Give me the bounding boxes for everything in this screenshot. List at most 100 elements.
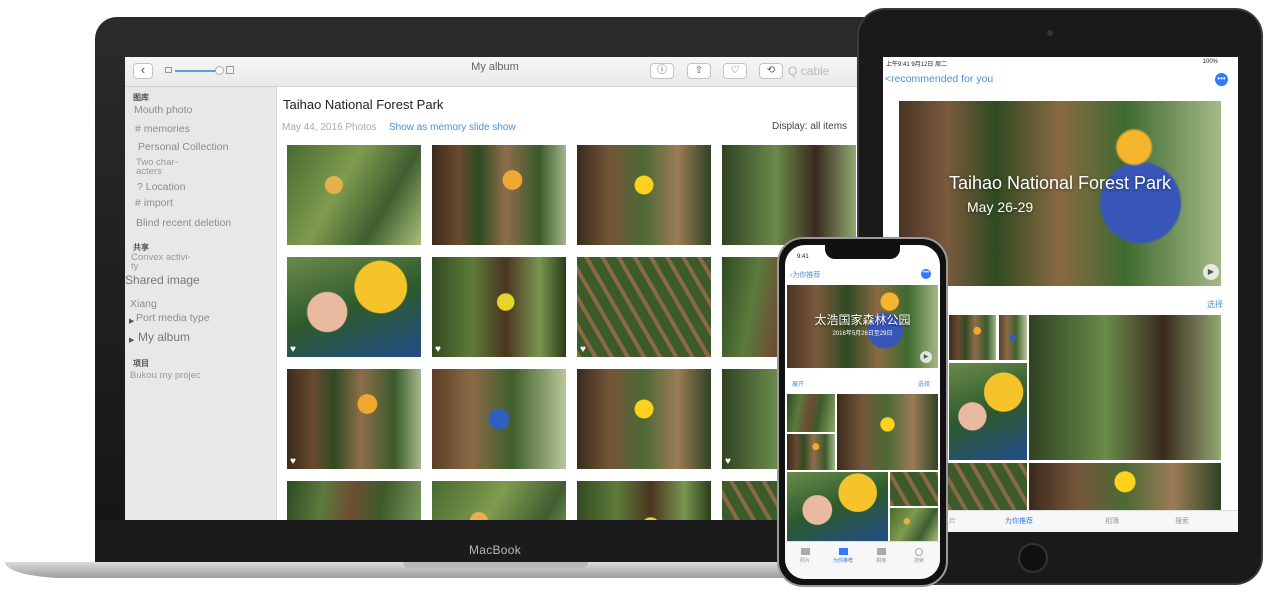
sidebar-item-photos[interactable]: Mouth photo [134,104,192,116]
memory-date: May 26-29 [967,199,1034,215]
tab-label: 相簿 [875,558,886,564]
sidebar-item-imports[interactable]: # import [135,197,173,209]
back-button[interactable]: ‹为你推荐 [790,270,820,280]
photo-thumbnail[interactable] [577,369,711,469]
disclosure-triangle-icon[interactable]: ▶ [129,317,134,325]
photo-thumbnail[interactable] [890,508,938,541]
photo-thumbnail[interactable] [432,481,566,520]
select-button[interactable]: 选择 [1207,299,1223,310]
select-button[interactable]: 选择 [918,379,930,388]
battery-level: 100% [1202,59,1218,65]
photo-thumbnail[interactable]: ♥ [577,257,711,357]
photo-thumbnail[interactable] [577,145,711,245]
heart-icon[interactable]: ♥ [435,344,441,355]
tab-label: 搜索 [913,558,924,564]
photo-thumbnail[interactable] [949,315,996,360]
back-button[interactable]: ‹ [133,63,153,79]
sidebar-item-activity-cont[interactable]: ty [131,262,138,272]
play-icon[interactable]: ▶ [1203,264,1219,280]
sidebar-item-activity[interactable]: Convex activi- [131,253,191,263]
photo-thumbnail[interactable] [890,472,938,506]
tab-albums[interactable]: 相簿 [1105,516,1119,526]
large-thumb-icon [226,66,234,74]
more-icon[interactable]: ••• [921,269,931,279]
projects-header: 项目 [133,359,149,368]
heart-icon[interactable]: ♥ [580,344,586,355]
favorite-button[interactable]: ♡ [723,63,747,79]
sidebar-item-my-albums[interactable]: My album [138,330,190,344]
sidebar-item-people-cont[interactable]: acters [136,167,162,177]
library-header: 图库 [133,93,149,102]
photo-thumbnail[interactable] [949,363,1027,460]
photo-thumbnail[interactable] [787,434,835,470]
tab-photos[interactable]: 片 [949,516,956,526]
photo-thumbnail[interactable] [722,145,856,245]
iphone-screen: 9:41 ‹为你推荐 ••• 太浩国家森林公园 2016年5月26日至29日 ▶… [785,245,940,579]
photo-thumbnail[interactable]: ♥ [287,257,421,357]
slideshow-link[interactable]: Show as memory slide show [389,122,516,133]
sidebar-item-recently-deleted[interactable]: Blind recent deletion [136,217,231,229]
macbook-notch [403,562,588,568]
status-bar: 上午9:41 9月12日 周二 100% [883,59,1238,69]
photo-thumbnail[interactable] [432,145,566,245]
heart-icon[interactable]: ♥ [725,456,731,467]
sidebar-item-memories[interactable]: # memories [135,123,190,135]
memory-title: 太浩国家森林公园 [814,313,911,327]
tab-bar: 照片 为你推荐 相簿 搜索 [785,541,940,579]
sidebar-item-shared-albums[interactable]: Shared image [125,273,200,287]
mac-photos-window: ‹ My album ⓘ ⇧ ♡ ⟲ Q cable 图库 Mouth phot… [125,57,860,520]
expand-button[interactable]: 展开 [792,379,804,388]
sidebar-item-my-projects[interactable]: Bukou my projec [130,371,201,381]
display-filter[interactable]: Display: all items [772,121,847,132]
for-you-icon [838,548,848,555]
photo-thumbnail[interactable] [787,472,888,541]
status-time: 9:41 [797,254,809,260]
photo-thumbnail[interactable]: ♥ [287,369,421,469]
zoom-slider[interactable] [175,70,220,72]
photo-thumbnail[interactable] [432,369,566,469]
rotate-button[interactable]: ⟲ [759,63,783,79]
memory-date: 2016年5月26日至29日 [832,331,893,337]
tab-search[interactable]: 搜索 [907,548,931,564]
sidebar-item-favorites[interactable]: Personal Collection [138,141,228,153]
photo-thumbnail[interactable] [287,145,421,245]
tab-for-you[interactable]: 为你推荐 [831,548,855,564]
search-input[interactable]: Q cable [788,64,829,78]
sidebar: 图库 Mouth photo # memories Personal Colle… [125,87,277,520]
small-thumb-icon [165,67,172,73]
macbook-brand: MacBook [468,543,522,557]
tab-search[interactable]: 搜索 [1175,516,1189,526]
back-button[interactable]: <recommended for you [885,73,993,85]
photo-thumbnail[interactable] [787,394,835,432]
zoom-slider-knob[interactable] [215,66,224,75]
photo-thumbnail[interactable] [837,394,938,470]
share-button[interactable]: ⇧ [687,63,711,79]
albums-icon [876,548,886,555]
sidebar-item-places[interactable]: ? Location [137,181,185,193]
photo-thumbnail[interactable]: ♥ [432,257,566,357]
search-icon [915,548,923,556]
sidebar-item-media-types[interactable]: Port media type [136,312,210,324]
tab-photos[interactable]: 照片 [793,548,817,564]
tab-label: 为你推荐 [832,558,853,564]
heart-icon[interactable]: ♥ [290,456,296,467]
sidebar-item-xiang[interactable]: Xiang [130,298,157,310]
photo-thumbnail[interactable] [1029,463,1221,510]
disclosure-triangle-icon[interactable]: ▶ [129,336,134,344]
photo-thumbnail[interactable] [577,481,711,520]
more-icon[interactable]: ••• [1215,73,1228,86]
tab-for-you[interactable]: 为你推荐 [1005,516,1033,526]
photo-thumbnail[interactable] [1029,315,1221,460]
date-count: May 44, 2016 Photos [282,122,377,133]
memory-title: Taihao National Forest Park [948,173,1172,193]
memory-hero[interactable]: 太浩国家森林公园 2016年5月26日至29日 ▶ [787,285,938,368]
tab-label: 照片 [799,558,810,564]
photo-thumbnail[interactable] [999,315,1027,360]
heart-icon[interactable]: ♥ [290,344,296,355]
home-button[interactable] [1018,543,1048,573]
tab-albums[interactable]: 相簿 [869,548,893,564]
photo-thumbnail[interactable] [287,481,421,520]
window-title: My album [471,61,519,73]
play-icon[interactable]: ▶ [920,351,932,363]
info-button[interactable]: ⓘ [650,63,674,79]
